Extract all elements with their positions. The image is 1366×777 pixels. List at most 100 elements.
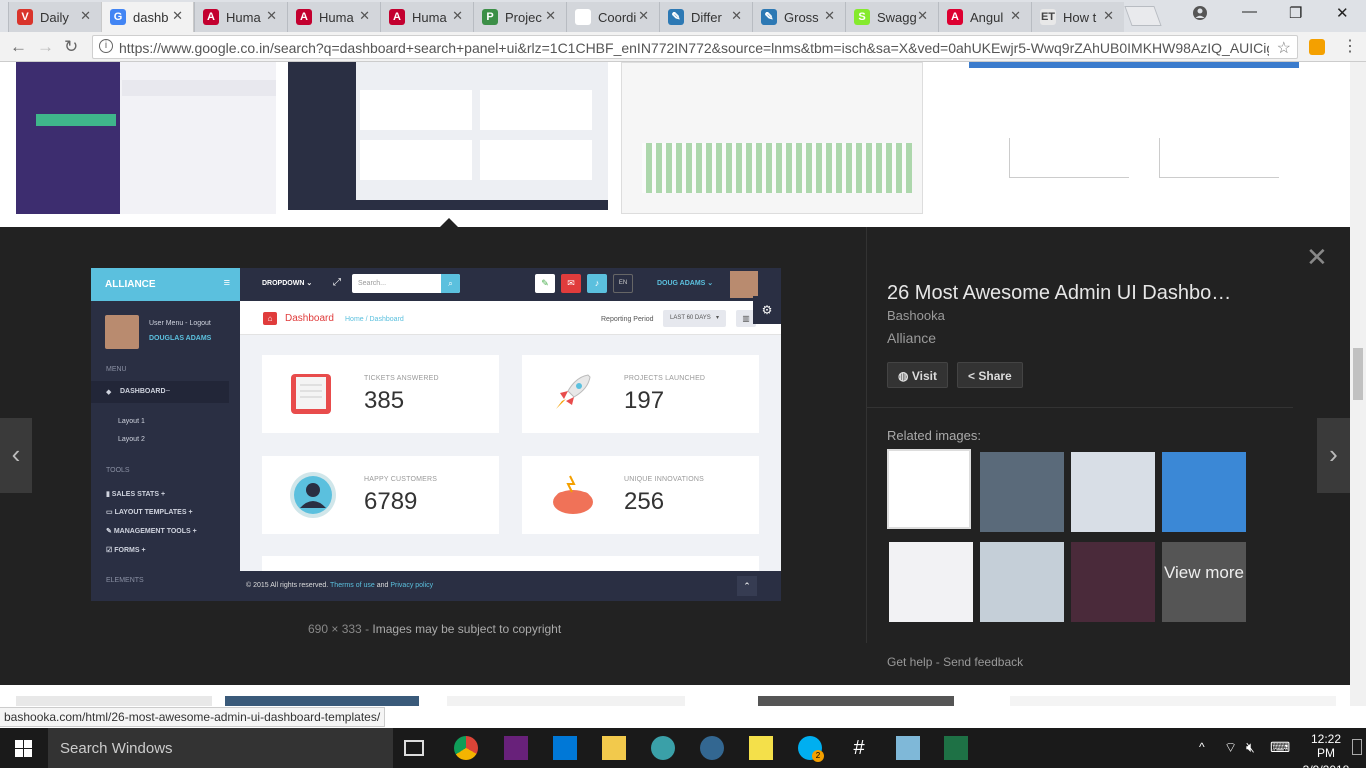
visit-button[interactable]: ◍ Visit (887, 362, 948, 388)
profile-icon[interactable] (1192, 5, 1208, 25)
scroll-top-icon[interactable]: ⌃ (737, 576, 757, 596)
page-scrollbar[interactable] (1350, 62, 1366, 706)
visual-studio-icon[interactable] (504, 736, 528, 760)
search-icon[interactable]: ⌕ (441, 274, 460, 293)
close-viewer-icon[interactable]: ✕ (1306, 244, 1328, 270)
bookmark-star-icon[interactable]: ☆ (1277, 38, 1291, 58)
image-title[interactable]: 26 Most Awesome Admin UI Dashbo… (887, 282, 1231, 305)
sidebar-item-management-tools[interactable]: ✎ MANAGEMENT TOOLS + (106, 527, 197, 535)
related-image-6[interactable] (980, 542, 1064, 622)
result-thumbnail-6[interactable] (225, 696, 419, 706)
back-button[interactable]: ← (10, 37, 27, 57)
reload-button[interactable]: ↻ (64, 37, 78, 57)
result-thumbnail-1[interactable] (16, 62, 276, 214)
sidebar-item-layout1[interactable]: Layout 1 (118, 418, 145, 425)
sidebar-item-dashboard[interactable]: ◆ DASHBOARD – (91, 381, 229, 403)
skype-icon[interactable]: 2 (798, 736, 824, 762)
postgres-icon[interactable] (700, 736, 724, 760)
taskbar-search-box[interactable]: Search Windows (48, 728, 393, 768)
file-explorer-icon[interactable] (602, 736, 626, 760)
browser-tab[interactable]: P Projec ✕ (473, 2, 566, 32)
close-tab-icon[interactable]: ✕ (172, 8, 183, 24)
browser-tab[interactable]: A Huma ✕ (287, 2, 380, 32)
sidebar-item-layout-templates[interactable]: ▭ LAYOUT TEMPLATES + (106, 508, 193, 516)
preview-image[interactable]: ALLIANCE ≡ User Menu - Logout DOUGLAS ADA… (91, 268, 781, 601)
top-user-menu[interactable]: DOUG ADAMS ⌄ (657, 279, 713, 287)
view-more-button[interactable]: View more (1162, 542, 1246, 622)
keyboard-icon[interactable]: ⌨ (1270, 739, 1290, 756)
slack-icon[interactable]: # (847, 736, 871, 760)
minimize-button[interactable]: — (1242, 3, 1257, 20)
send-feedback-link[interactable]: Send feedback (943, 655, 1023, 669)
related-image-1[interactable] (887, 449, 971, 529)
browser-tab[interactable]: ✎ Gross ✕ (752, 2, 845, 32)
browser-tab[interactable]: V Daily ✕ (8, 2, 101, 32)
related-image-5[interactable] (889, 542, 973, 622)
result-thumbnail-3[interactable] (621, 62, 923, 214)
windows-start-icon[interactable] (15, 740, 32, 762)
browser-tab[interactable]: ET How t ✕ (1031, 2, 1124, 32)
close-tab-icon[interactable]: ✕ (545, 8, 556, 24)
app-icon[interactable] (651, 736, 675, 760)
related-image-2[interactable] (980, 452, 1064, 532)
notifications-icon[interactable] (1352, 739, 1362, 755)
browser-tab[interactable]: ✎ Differ ✕ (659, 2, 752, 32)
close-tab-icon[interactable]: ✕ (80, 8, 91, 24)
sidebar-item-sales-stats[interactable]: ▮ SALES STATS + (106, 490, 165, 498)
browser-tab[interactable]: A Huma ✕ (194, 2, 287, 32)
forward-button[interactable]: → (37, 37, 54, 57)
result-thumbnail-7[interactable] (447, 696, 685, 706)
app-icon-2[interactable] (896, 736, 920, 760)
task-view-icon[interactable] (404, 740, 424, 756)
scrollbar-thumb[interactable] (1353, 348, 1363, 400)
menu-icon[interactable]: ⋮ (1342, 36, 1358, 56)
breadcrumb[interactable]: Home / Dashboard (345, 316, 404, 323)
related-image-4[interactable] (1162, 452, 1246, 532)
preview-search-input[interactable]: Search... ⌕ (352, 274, 460, 293)
dropdown-menu[interactable]: DROPDOWN ⌄ (262, 279, 312, 287)
settings-gear-icon[interactable]: ⚙ (753, 296, 781, 324)
close-tab-icon[interactable]: ✕ (359, 8, 370, 24)
bell-icon[interactable]: ♪ (587, 274, 607, 293)
result-thumbnail-9[interactable] (1010, 696, 1336, 706)
close-tab-icon[interactable]: ✕ (266, 8, 277, 24)
next-image-button[interactable]: › (1317, 418, 1350, 493)
get-help-link[interactable]: Get help (887, 655, 932, 669)
wifi-icon[interactable]: ⌔ (1224, 739, 1237, 757)
close-tab-icon[interactable]: ✕ (731, 8, 742, 24)
previous-image-button[interactable]: ‹ (0, 418, 32, 493)
result-thumbnail-2[interactable] (288, 62, 608, 210)
close-tab-icon[interactable]: ✕ (824, 8, 835, 24)
result-thumbnail-8[interactable] (758, 696, 954, 706)
close-tab-icon[interactable]: ✕ (917, 8, 928, 24)
sidebar-item-layout2[interactable]: Layout 2 (118, 436, 145, 443)
privacy-link[interactable]: Privacy policy (390, 582, 433, 589)
browser-tab[interactable]: S Swagg ✕ (845, 2, 938, 32)
excel-icon[interactable] (944, 736, 968, 760)
sidebar-item-forms[interactable]: ☑ FORMS + (106, 546, 146, 554)
chrome-icon[interactable] (454, 736, 478, 760)
extension-icon[interactable] (1309, 39, 1325, 55)
close-window-button[interactable]: ✕ (1336, 4, 1349, 22)
share-button[interactable]: < Share (957, 362, 1023, 388)
terms-link[interactable]: Therms of use (330, 582, 375, 589)
sticky-notes-icon[interactable] (749, 736, 773, 760)
related-image-3[interactable] (1071, 452, 1155, 532)
result-thumbnail-4[interactable] (969, 62, 1299, 210)
top-avatar[interactable] (730, 271, 758, 298)
vscode-icon[interactable] (553, 736, 577, 760)
language-button[interactable]: EN (613, 274, 633, 293)
info-icon[interactable]: i (99, 39, 113, 53)
close-tab-icon[interactable]: ✕ (638, 8, 649, 24)
related-image-7[interactable] (1071, 542, 1155, 622)
browser-tab[interactable]: A Huma ✕ (380, 2, 473, 32)
close-tab-icon[interactable]: ✕ (452, 8, 463, 24)
browser-tab[interactable]: Gdashb ✕ (101, 2, 194, 32)
period-select[interactable]: LAST 60 DAYS ▾ (663, 310, 726, 327)
maximize-button[interactable]: ❐ (1289, 4, 1302, 22)
pencil-icon[interactable]: ✎ (535, 274, 555, 293)
volume-icon[interactable]: 🔇︎ (1246, 739, 1255, 756)
fullscreen-icon[interactable]: ⤢ (333, 277, 341, 288)
mail-icon[interactable]: ✉ (561, 274, 581, 293)
close-tab-icon[interactable]: ✕ (1010, 8, 1021, 24)
